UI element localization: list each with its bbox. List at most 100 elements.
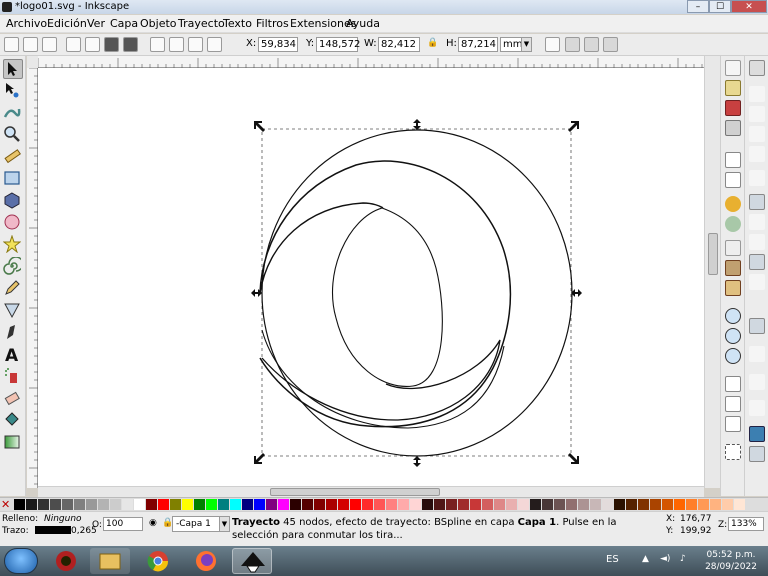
menu-trayecto[interactable]: Trayecto [178, 17, 225, 30]
volume-icon[interactable]: ◄) [660, 554, 670, 564]
measure-tool[interactable] [3, 147, 23, 167]
color-swatch[interactable] [122, 499, 133, 510]
eye-icon[interactable]: ◉ [149, 518, 157, 528]
star-tool[interactable] [3, 235, 23, 255]
color-swatch[interactable] [314, 499, 325, 510]
color-swatch[interactable] [182, 499, 193, 510]
color-swatch[interactable] [38, 499, 49, 510]
color-swatch[interactable] [662, 499, 673, 510]
paste-icon[interactable] [725, 280, 741, 296]
color-swatch[interactable] [86, 499, 97, 510]
duplicate-icon[interactable] [725, 376, 741, 392]
opacity-input[interactable]: 100 [103, 517, 143, 531]
color-swatch[interactable] [494, 499, 505, 510]
gradient-tool[interactable] [3, 433, 23, 453]
zoom-page-icon[interactable] [725, 348, 741, 364]
scale-handle-bottom-left[interactable] [254, 453, 265, 464]
text-tool[interactable]: A [3, 345, 23, 365]
import-icon[interactable] [725, 152, 741, 168]
zoom-selection-icon[interactable] [725, 308, 741, 324]
color-swatch[interactable] [146, 499, 157, 510]
color-swatch[interactable] [110, 499, 121, 510]
snap-intersections-icon[interactable] [749, 234, 765, 250]
color-swatch[interactable] [434, 499, 445, 510]
lower-icon[interactable] [188, 37, 203, 52]
crescent-inner-bottom-path[interactable] [261, 329, 505, 429]
color-swatch[interactable] [170, 499, 181, 510]
clock[interactable]: 05:52 p.m. 28/09/2022 [700, 549, 762, 573]
move-gradients-icon[interactable] [584, 37, 599, 52]
color-swatch[interactable] [410, 499, 421, 510]
color-swatch[interactable] [722, 499, 733, 510]
menu-archivo[interactable]: Archivo [6, 17, 47, 30]
color-swatch[interactable] [374, 499, 385, 510]
color-swatch[interactable] [302, 499, 313, 510]
color-swatch[interactable] [242, 499, 253, 510]
taskbar-app-davinci[interactable] [46, 548, 86, 574]
color-swatch[interactable] [254, 499, 265, 510]
scale-handle-bottom-right[interactable] [568, 453, 579, 464]
color-swatch[interactable] [266, 499, 277, 510]
color-swatch[interactable] [518, 499, 529, 510]
drawing-canvas[interactable] [38, 68, 704, 486]
menu-filtros[interactable]: Filtros [256, 17, 289, 30]
color-swatch[interactable] [482, 499, 493, 510]
scale-handle-top[interactable] [413, 119, 421, 130]
vertical-ruler[interactable] [27, 68, 38, 488]
fill-value[interactable]: Ninguno [44, 514, 82, 524]
taskbar-app-inkscape[interactable] [232, 548, 272, 574]
zoom-tool[interactable] [3, 125, 23, 145]
spray-tool[interactable] [3, 367, 23, 387]
deselect-icon[interactable] [42, 37, 57, 52]
snap-bbox-corners-icon[interactable] [749, 126, 765, 142]
lock-icon[interactable]: 🔒 [427, 38, 438, 48]
vertical-scrollbar[interactable] [704, 56, 720, 488]
selector-tool[interactable] [3, 59, 23, 79]
scale-handle-bottom[interactable] [413, 456, 421, 467]
eraser-tool[interactable] [3, 389, 23, 409]
minimize-button[interactable]: – [687, 0, 709, 13]
move-patterns-icon[interactable] [603, 37, 618, 52]
snap-nodes-icon[interactable] [749, 194, 765, 210]
color-swatch[interactable] [614, 499, 625, 510]
raise-to-top-icon[interactable] [150, 37, 165, 52]
stroke-color-swatch[interactable] [35, 526, 71, 534]
open-file-icon[interactable] [725, 80, 741, 96]
y-input[interactable]: 148,572 [316, 37, 360, 52]
unit-select[interactable]: mm ▼ [500, 37, 532, 52]
snap-bbox-edges-icon[interactable] [749, 106, 765, 122]
snap-toggle-icon[interactable] [749, 60, 765, 76]
zoom-drawing-icon[interactable] [725, 328, 741, 344]
menu-capa[interactable]: Capa [110, 17, 138, 30]
redo-icon[interactable] [725, 216, 741, 232]
select-all-layers-icon[interactable] [23, 37, 38, 52]
tweak-tool[interactable] [3, 103, 23, 123]
horizontal-ruler[interactable] [38, 56, 704, 68]
flip-horizontal-icon[interactable] [104, 37, 119, 52]
color-swatch[interactable] [338, 499, 349, 510]
clone-icon[interactable] [725, 396, 741, 412]
vertical-scrollbar-thumb[interactable] [708, 233, 718, 275]
new-document-icon[interactable] [725, 60, 741, 76]
selection-handles[interactable] [251, 119, 582, 467]
x-input[interactable]: 59,834 [258, 37, 298, 52]
color-swatch[interactable] [14, 499, 25, 510]
ellipse-tool[interactable] [3, 213, 23, 233]
rectangle-tool[interactable] [3, 169, 23, 189]
menu-edicion[interactable]: Edición [47, 17, 87, 30]
color-swatch[interactable] [590, 499, 601, 510]
raise-icon[interactable] [169, 37, 184, 52]
color-swatch[interactable] [602, 499, 613, 510]
snap-text-baseline-icon[interactable] [749, 400, 765, 416]
snap-midpoints-icon[interactable] [749, 318, 765, 334]
speaker-icon[interactable]: ♪ [680, 554, 686, 564]
menu-ver[interactable]: Ver [87, 17, 105, 30]
taskbar-app-chrome[interactable] [138, 548, 178, 574]
color-swatch[interactable] [218, 499, 229, 510]
color-swatch[interactable] [206, 499, 217, 510]
save-icon[interactable] [725, 100, 741, 116]
3d-box-tool[interactable] [3, 191, 23, 211]
color-swatch[interactable] [446, 499, 457, 510]
menu-ayuda[interactable]: Ayuda [346, 17, 380, 30]
color-swatch[interactable] [362, 499, 373, 510]
